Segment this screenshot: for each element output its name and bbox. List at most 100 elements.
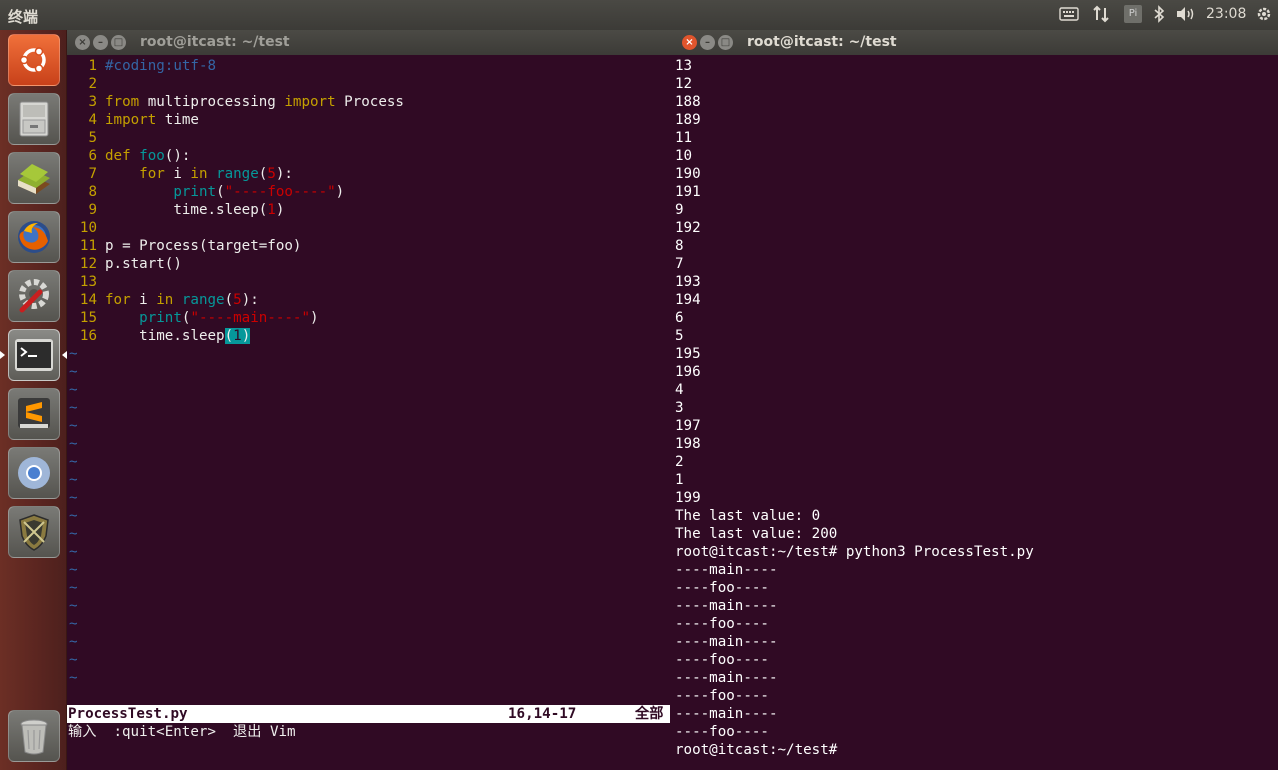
vim-empty-line-marker: ~ — [69, 400, 78, 416]
vim-editor-buffer[interactable]: 1 #coding:utf-8 2 3 from multiprocessing imp… — [68, 57, 404, 687]
volume-icon[interactable] — [1174, 5, 1198, 25]
code-token: 1 — [233, 328, 242, 344]
vim-empty-line-marker: ~ — [69, 670, 78, 686]
vim-empty-line-marker: ~ — [69, 616, 78, 632]
code-text: for i in range(5): — [97, 292, 259, 308]
code-text: for i in range(5): — [97, 166, 293, 182]
minimize-icon[interactable]: – — [700, 35, 715, 50]
code-token: "----foo----" — [224, 184, 336, 200]
vim-code-line[interactable]: 16 time.sleep(1) — [68, 327, 404, 345]
close-icon[interactable]: × — [75, 35, 90, 50]
trash-button[interactable] — [8, 710, 60, 762]
code-token: range — [216, 166, 259, 182]
vim-code-line[interactable]: 15 print("----main----") — [68, 309, 404, 327]
vim-code-line[interactable]: 13 — [68, 273, 404, 291]
terminal-output-line: 9 — [675, 202, 684, 218]
clock[interactable]: 23:08 — [1206, 6, 1246, 26]
vim-code-line[interactable]: 2 — [68, 75, 404, 93]
terminal-output-line: The last value: 200 — [675, 526, 838, 542]
terminal-output-line: 195 — [675, 346, 701, 362]
files-button[interactable] — [8, 93, 60, 145]
vim-empty-line-marker: ~ — [69, 490, 78, 506]
chromium-button[interactable] — [8, 447, 60, 499]
sublime-text-button[interactable] — [8, 388, 60, 440]
vim-empty-line-marker: ~ — [69, 454, 78, 470]
ubuntu-dash-button[interactable] — [8, 34, 60, 86]
system-settings-button[interactable] — [8, 270, 60, 322]
vim-code-line[interactable]: 1 #coding:utf-8 — [68, 57, 404, 75]
code-token: for — [105, 292, 131, 308]
vim-terminal-window[interactable]: × – □ root@itcast: ~/test 1 #coding:utf-8… — [67, 30, 674, 770]
vim-status-position: 16,14-17 — [508, 706, 577, 722]
code-text: time.sleep(1) — [97, 202, 284, 218]
settings-wrench-icon — [9, 271, 59, 321]
terminal-output-line: 190 — [675, 166, 701, 182]
vim-empty-line-marker: ~ — [69, 526, 78, 542]
network-updown-icon[interactable] — [1090, 5, 1112, 25]
books-icon — [9, 153, 59, 203]
vim-code-line[interactable]: 8 print("----foo----") — [68, 183, 404, 201]
input-method-indicator[interactable]: Pi — [1124, 5, 1142, 23]
line-number: 14 — [79, 292, 97, 308]
vim-code-line[interactable]: 12 p.start() — [68, 255, 404, 273]
gear-icon[interactable] — [1254, 5, 1274, 25]
terminal-window[interactable]: × – □ root@itcast: ~/test 13 12 188 189 11 10… — [674, 30, 1278, 770]
terminal-output-line: ----main---- — [675, 598, 778, 614]
maximize-icon[interactable]: □ — [718, 35, 733, 50]
vim-code-line[interactable]: 14 for i in range(5): — [68, 291, 404, 309]
code-token: time.sleep( — [105, 202, 268, 218]
vim-code-line[interactable]: 11 p = Process(target=foo) — [68, 237, 404, 255]
line-number: 13 — [79, 274, 97, 290]
terminal-output-line: 4 — [675, 382, 684, 398]
terminal-output-line: 10 — [675, 148, 693, 164]
vim-window-titlebar[interactable]: × – □ root@itcast: ~/test — [67, 30, 674, 55]
vim-code-line[interactable]: 9 time.sleep(1) — [68, 201, 404, 219]
bluetooth-icon[interactable] — [1152, 5, 1166, 25]
close-icon[interactable]: × — [682, 35, 697, 50]
vim-code-line[interactable]: 3 from multiprocessing import Process — [68, 93, 404, 111]
vim-code-line[interactable]: 7 for i in range(5): — [68, 165, 404, 183]
terminal-window-titlebar[interactable]: × – □ root@itcast: ~/test — [674, 30, 1278, 55]
active-indicator-left — [0, 351, 5, 359]
terminal-output[interactable]: 13 12 188 189 11 10 190 191 9 192 8 7 193 194 6 5 195 196… — [675, 57, 1034, 759]
vim-code-line[interactable]: 4 import time — [68, 111, 404, 129]
maximize-icon[interactable]: □ — [111, 35, 126, 50]
code-token: ) — [275, 202, 285, 218]
line-number: 8 — [88, 184, 97, 200]
shield-icon — [9, 507, 59, 557]
code-text: p.start() — [97, 256, 182, 272]
terminal-output-line: ----foo---- — [675, 616, 769, 632]
code-token: print — [139, 310, 182, 326]
minimize-icon[interactable]: – — [93, 35, 108, 50]
code-token: #coding:utf-8 — [105, 58, 217, 74]
code-text: import time — [97, 112, 199, 128]
vim-command-message: 输入 :quit<Enter> 退出 Vim — [68, 724, 296, 740]
reader-button[interactable] — [8, 152, 60, 204]
vim-empty-line-marker: ~ — [69, 436, 78, 452]
terminal-button[interactable] — [8, 329, 60, 381]
vim-code-line[interactable]: 6 def foo(): — [68, 147, 404, 165]
line-number: 3 — [88, 94, 97, 110]
vim-window-title: root@itcast: ~/test — [140, 34, 290, 50]
vim-empty-line-marker: ~ — [69, 472, 78, 488]
terminal-window-title: root@itcast: ~/test — [747, 34, 897, 50]
vim-status-filename: ProcessTest.py — [68, 706, 188, 722]
terminal-output-line: 2 — [675, 454, 684, 470]
code-token: def — [105, 148, 131, 164]
keyboard-icon[interactable] — [1058, 5, 1080, 25]
security-app-button[interactable] — [8, 506, 60, 558]
vim-empty-line-marker: ~ — [69, 580, 78, 596]
code-token: 5 — [267, 166, 276, 182]
terminal-output-line: 1 — [675, 472, 684, 488]
vim-code-line[interactable]: 10 — [68, 219, 404, 237]
firefox-button[interactable] — [8, 211, 60, 263]
code-token: ) — [241, 328, 251, 344]
vim-code-line[interactable]: 5 — [68, 129, 404, 147]
terminal-output-line: 196 — [675, 364, 701, 380]
